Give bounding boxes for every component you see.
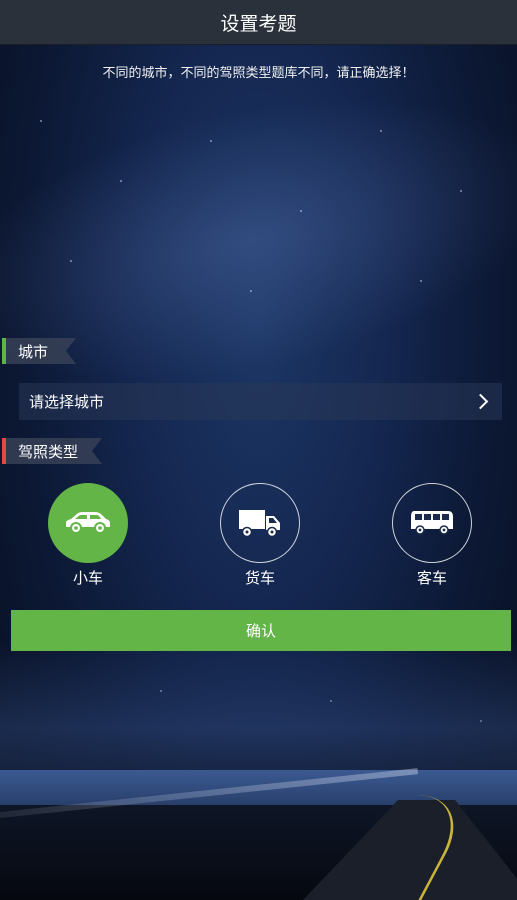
star (300, 210, 302, 212)
chevron-right-icon (472, 393, 489, 410)
star (420, 280, 422, 282)
city-select[interactable]: 请选择城市 (19, 383, 502, 420)
license-section-label: 驾照类型 (18, 442, 79, 461)
star (250, 290, 252, 292)
vehicle-option-truck[interactable]: 货车 (220, 483, 300, 588)
car-option-circle[interactable] (48, 483, 128, 563)
truck-option-circle[interactable] (220, 483, 300, 563)
city-section-label: 城市 (18, 342, 49, 361)
vehicle-option-bus[interactable]: 客车 (392, 483, 472, 588)
star (460, 190, 462, 192)
star (40, 120, 42, 122)
selection-notice: 不同的城市，不同的驾照类型题库不同，请正确选择！ (102, 66, 415, 81)
title-bar: 设置考题 (0, 0, 517, 45)
star (380, 130, 382, 132)
license-section-tag: 驾照类型 (2, 438, 102, 464)
truck-label: 货车 (244, 569, 275, 587)
city-section-tag: 城市 (2, 338, 76, 364)
star (120, 180, 122, 182)
star (70, 260, 72, 262)
vehicle-option-car[interactable]: 小车 (48, 483, 128, 588)
confirm-button[interactable]: 确认 (11, 610, 511, 651)
license-tag-accent (2, 438, 6, 464)
milky-way (0, 48, 517, 432)
car-icon (66, 512, 110, 534)
city-select-placeholder: 请选择城市 (29, 393, 105, 411)
bus-icon (411, 511, 453, 535)
bus-option-circle[interactable] (392, 483, 472, 563)
car-label: 小车 (72, 569, 103, 587)
bus-label: 客车 (416, 569, 447, 587)
truck-icon (239, 510, 280, 538)
page-title: 设置考题 (220, 12, 297, 35)
city-tag-accent (2, 338, 6, 364)
star (210, 140, 212, 142)
